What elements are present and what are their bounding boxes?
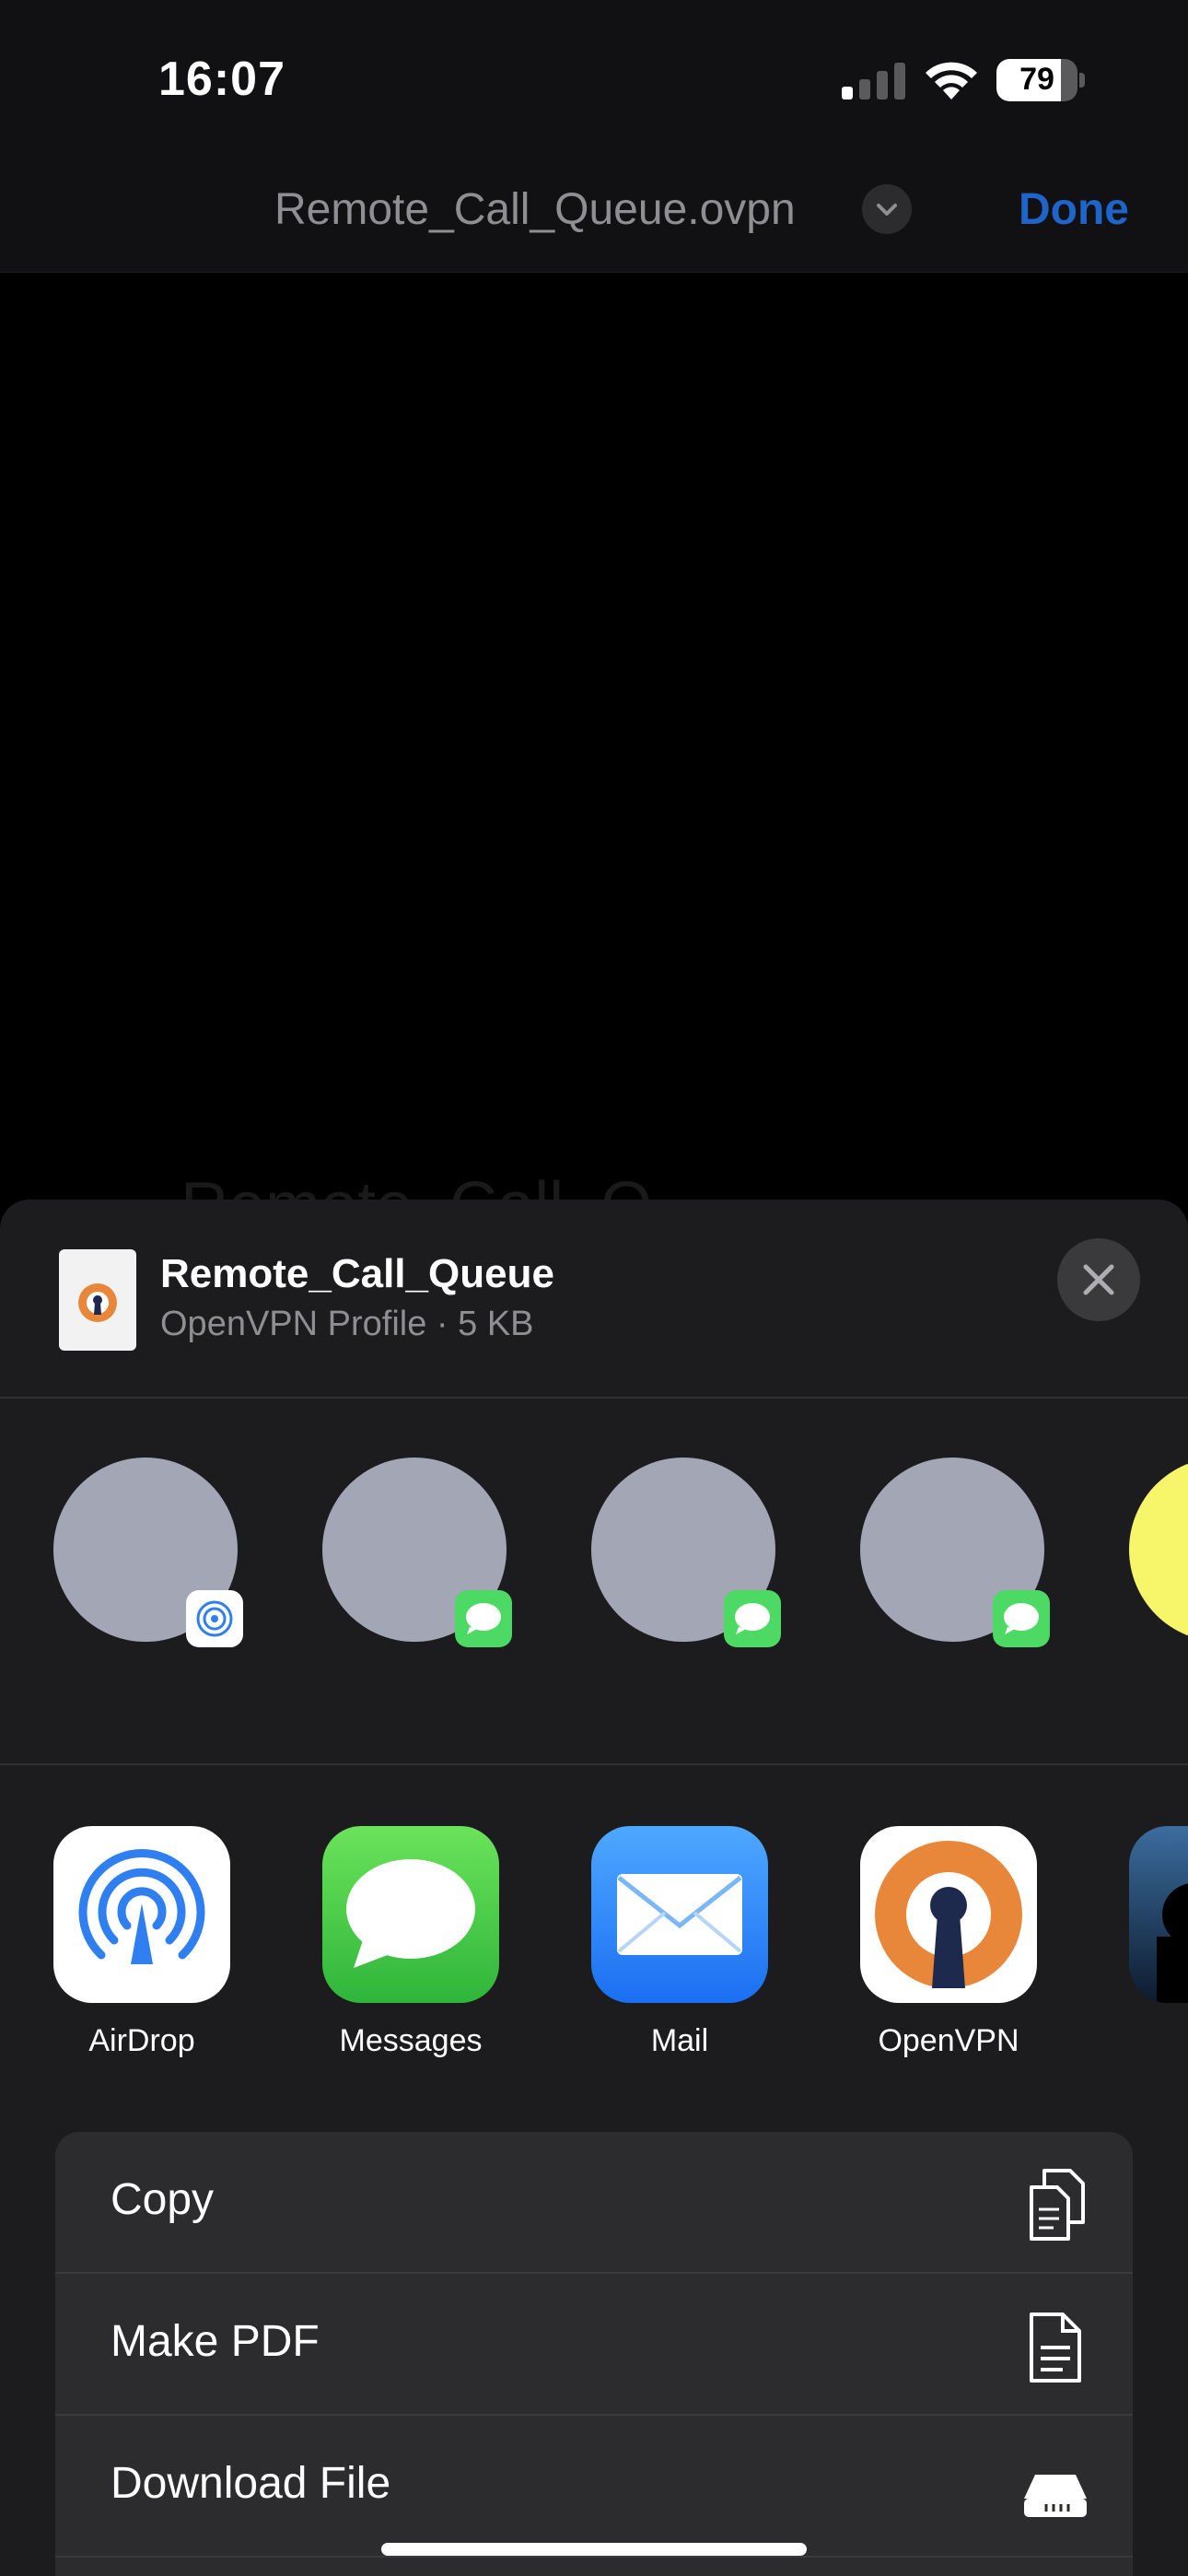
close-button[interactable] xyxy=(1057,1238,1140,1321)
cellular-signal-icon xyxy=(842,63,905,100)
mail-icon xyxy=(591,1826,768,2003)
share-apps-row: AirDrop Messages Mail OpenVPN xyxy=(0,1765,1188,2060)
contact-suggestion[interactable] xyxy=(591,1458,781,1647)
messages-icon xyxy=(322,1826,499,2003)
title-menu-button[interactable] xyxy=(862,184,912,234)
action-label: Make PDF xyxy=(111,2317,320,2366)
download-file-action[interactable]: Download File xyxy=(55,2416,1133,2558)
contact-suggestion[interactable] xyxy=(322,1458,512,1647)
battery-indicator: 79 xyxy=(996,59,1085,101)
app-label: Messages xyxy=(339,2023,483,2058)
app-label: AirDrop xyxy=(88,2023,195,2058)
actions-list: Copy Make PDF Download File xyxy=(55,2132,1133,2576)
action-label: Download File xyxy=(111,2459,391,2508)
messages-icon xyxy=(993,1590,1050,1647)
document-title[interactable]: Remote_Call_Queue.ovpn xyxy=(274,184,796,235)
action-label: Copy xyxy=(111,2175,215,2224)
app-label: Mail xyxy=(650,2023,709,2058)
home-indicator[interactable] xyxy=(381,2543,807,2556)
file-name: Remote_Call_Queue xyxy=(160,1251,554,1296)
drive-icon xyxy=(1024,2475,1087,2517)
status-bar: 16:07 79 xyxy=(0,0,1188,147)
wifi-icon xyxy=(926,62,977,100)
share-sheet: Remote_Call_Queue OpenVPN Profile · 5 KB xyxy=(0,1200,1188,2576)
messages-icon xyxy=(455,1590,512,1647)
copy-action[interactable]: Copy xyxy=(55,2132,1133,2274)
suggested-contacts-row xyxy=(0,1399,1188,1765)
copy-icon xyxy=(1030,2169,1085,2241)
app-icon xyxy=(1129,1826,1188,2003)
make-pdf-action[interactable]: Make PDF xyxy=(55,2274,1133,2416)
ovpn-file-icon xyxy=(59,1249,136,1351)
app-label: K xyxy=(1092,2023,1188,2059)
airdrop-icon xyxy=(53,1826,230,2003)
contact-suggestion[interactable] xyxy=(860,1458,1050,1647)
contact-suggestion[interactable] xyxy=(53,1458,243,1647)
done-button[interactable]: Done xyxy=(1019,184,1129,235)
status-time: 16:07 xyxy=(158,53,285,106)
share-header: Remote_Call_Queue OpenVPN Profile · 5 KB xyxy=(0,1200,1188,1399)
airdrop-icon xyxy=(186,1590,243,1647)
chevron-down-icon xyxy=(877,204,897,216)
openvpn-icon xyxy=(860,1826,1037,2003)
document-icon xyxy=(1030,2313,1081,2383)
messages-icon xyxy=(724,1590,781,1647)
close-icon xyxy=(1083,1264,1114,1295)
nav-bar: Remote_Call_Queue.ovpn Done xyxy=(0,147,1188,273)
battery-percent: 79 xyxy=(1019,62,1054,97)
app-label: OpenVPN xyxy=(878,2023,1019,2058)
file-subtitle: OpenVPN Profile · 5 KB xyxy=(160,1305,534,1343)
contact-suggestion[interactable] xyxy=(1129,1458,1188,1642)
